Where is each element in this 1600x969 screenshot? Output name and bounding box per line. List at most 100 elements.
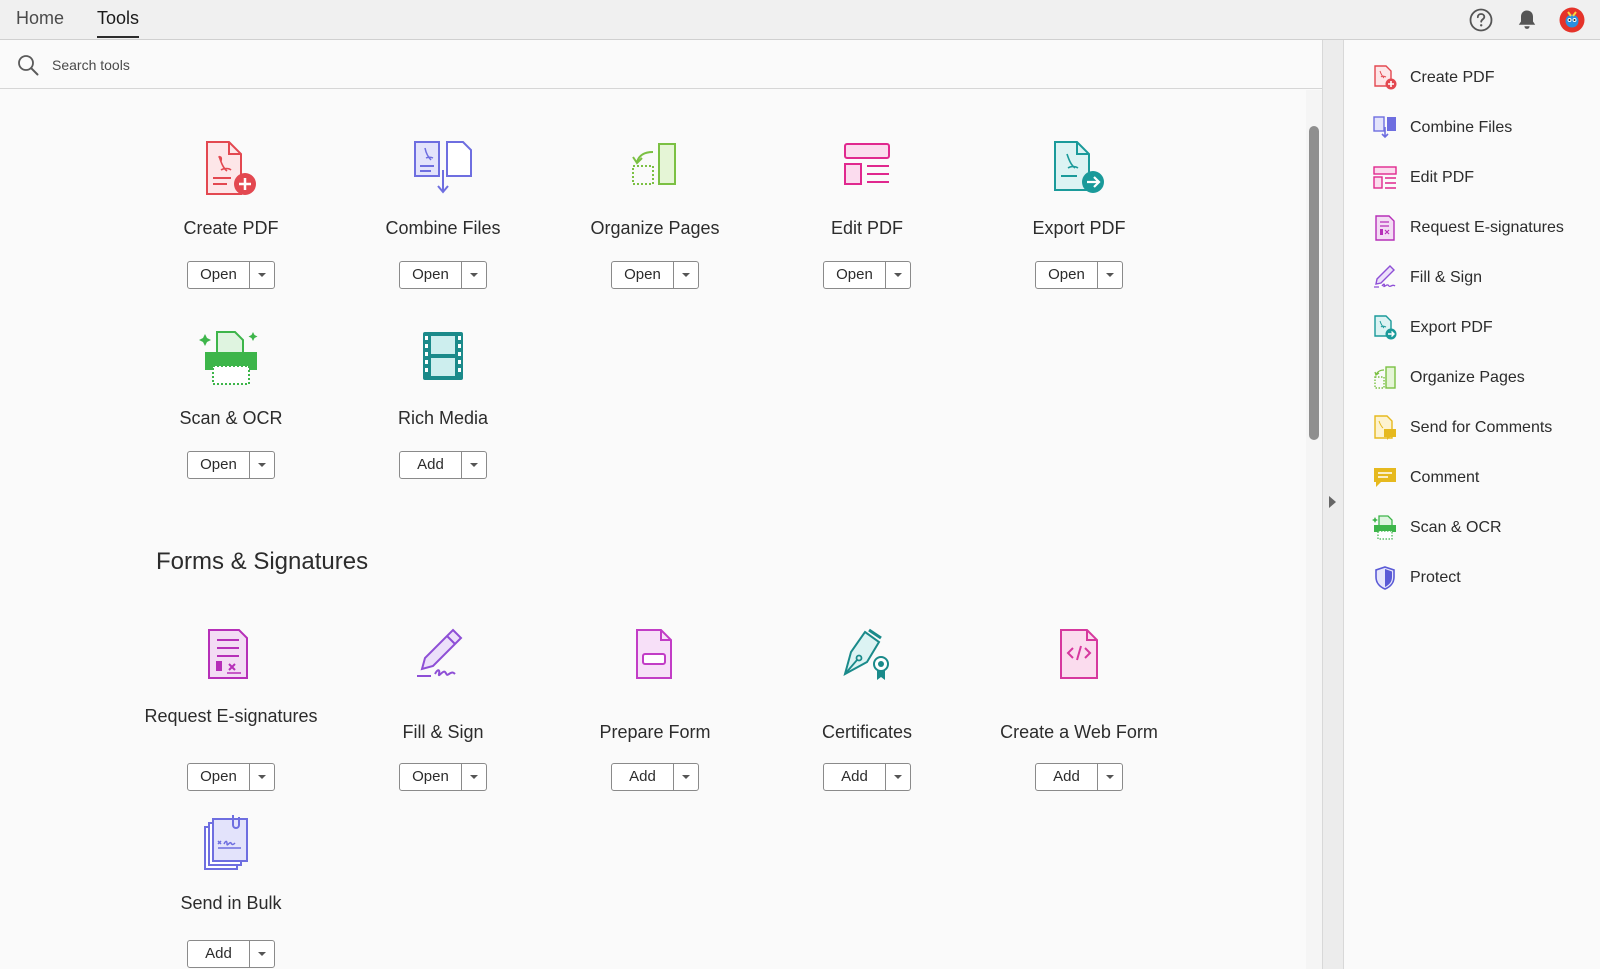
- edit-pdf-icon: [1373, 166, 1397, 189]
- tool-fill-sign[interactable]: Fill & Sign Open: [338, 628, 548, 791]
- tool-send-in-bulk[interactable]: Send in Bulk Add: [126, 815, 336, 968]
- rp-item-label: Create PDF: [1410, 69, 1495, 86]
- chevron-down-icon[interactable]: [250, 764, 274, 790]
- add-button[interactable]: Add: [823, 763, 911, 791]
- organize-pages-icon: [632, 143, 676, 185]
- open-button[interactable]: Open: [187, 763, 275, 791]
- tool-combine-files[interactable]: Combine Files Open: [338, 140, 548, 289]
- export-pdf-icon: [1374, 315, 1397, 340]
- rp-item-label: Comment: [1410, 469, 1480, 486]
- chevron-down-icon[interactable]: [462, 262, 486, 288]
- button-label[interactable]: Add: [188, 941, 250, 967]
- fill-sign-icon: [417, 628, 463, 677]
- rp-item-edit-pdf[interactable]: Edit PDF: [1372, 162, 1592, 194]
- button-label[interactable]: Add: [400, 452, 462, 478]
- tool-organize-pages[interactable]: Organize Pages Open: [550, 140, 760, 289]
- tool-scan-ocr[interactable]: Scan & OCR Open: [126, 330, 336, 479]
- scan-ocr-icon: [199, 331, 258, 385]
- tool-label: Prepare Form: [599, 722, 711, 742]
- organize-pages-icon: [1374, 366, 1396, 389]
- open-button[interactable]: Open: [399, 261, 487, 289]
- tab-home[interactable]: Home: [16, 8, 64, 29]
- button-label[interactable]: Open: [188, 764, 250, 790]
- rp-item-label: Fill & Sign: [1410, 269, 1483, 286]
- search-input[interactable]: [52, 52, 652, 78]
- avatar[interactable]: [1559, 7, 1585, 33]
- rp-item-scan-ocr[interactable]: Scan & OCR: [1372, 512, 1592, 544]
- expand-arrow-icon[interactable]: [1329, 496, 1336, 508]
- help-icon[interactable]: [1468, 7, 1494, 33]
- open-button[interactable]: Open: [399, 763, 487, 791]
- tool-label: Export PDF: [1032, 218, 1126, 238]
- rp-item-label: Export PDF: [1410, 319, 1493, 336]
- tool-prepare-form[interactable]: Prepare Form Add: [550, 628, 760, 791]
- open-button[interactable]: Open: [187, 451, 275, 479]
- chevron-down-icon[interactable]: [250, 941, 274, 967]
- chevron-down-icon[interactable]: [674, 262, 698, 288]
- combine-files-icon: [414, 141, 472, 194]
- button-label[interactable]: Open: [188, 452, 250, 478]
- right-pane-collapse-strip[interactable]: [1322, 40, 1344, 969]
- scrollbar-thumb[interactable]: [1309, 126, 1319, 440]
- rp-item-comment[interactable]: Comment: [1372, 462, 1592, 494]
- rp-item-combine-files[interactable]: Combine Files: [1372, 112, 1592, 144]
- edit-pdf-icon: [844, 143, 890, 185]
- rp-item-create-pdf[interactable]: Create PDF: [1372, 62, 1592, 94]
- button-label[interactable]: Open: [824, 262, 886, 288]
- rp-item-label: Edit PDF: [1410, 169, 1475, 186]
- rp-item-label: Send for Comments: [1410, 419, 1553, 436]
- rp-item-fill-sign[interactable]: Fill & Sign: [1372, 262, 1592, 294]
- rp-item-protect[interactable]: Protect: [1372, 562, 1592, 594]
- open-button[interactable]: Open: [1035, 261, 1123, 289]
- tool-create-web-form[interactable]: Create a Web Form Add: [974, 628, 1184, 791]
- rp-item-send-for-comments[interactable]: Send for Comments: [1372, 412, 1592, 444]
- shield-icon: [1375, 566, 1395, 590]
- chevron-down-icon[interactable]: [462, 764, 486, 790]
- button-label[interactable]: Open: [612, 262, 674, 288]
- tool-request-esignatures[interactable]: Request E-signatures Open: [126, 628, 336, 791]
- rp-item-organize-pages[interactable]: Organize Pages: [1372, 362, 1592, 394]
- rp-item-label: Organize Pages: [1410, 369, 1525, 386]
- button-label[interactable]: Add: [612, 764, 674, 790]
- tool-rich-media[interactable]: Rich Media Add: [338, 330, 548, 479]
- chevron-down-icon[interactable]: [250, 452, 274, 478]
- bell-icon[interactable]: [1514, 7, 1540, 33]
- comment-icon: [1374, 468, 1396, 487]
- button-label[interactable]: Open: [188, 262, 250, 288]
- tool-label: Edit PDF: [830, 218, 904, 238]
- tool-export-pdf[interactable]: Export PDF Open: [974, 140, 1184, 289]
- chevron-down-icon[interactable]: [462, 452, 486, 478]
- rp-item-export-pdf[interactable]: Export PDF: [1372, 312, 1592, 344]
- open-button[interactable]: Open: [823, 261, 911, 289]
- open-button[interactable]: Open: [611, 261, 699, 289]
- chevron-down-icon[interactable]: [1098, 764, 1122, 790]
- request-esignatures-icon: [1375, 215, 1395, 241]
- chevron-down-icon[interactable]: [1098, 262, 1122, 288]
- button-label[interactable]: Open: [1036, 262, 1098, 288]
- add-button[interactable]: Add: [399, 451, 487, 479]
- chevron-down-icon[interactable]: [250, 262, 274, 288]
- right-pane: Create PDF Combine Files Edit PDF Reques…: [1344, 40, 1600, 969]
- add-button[interactable]: Add: [611, 763, 699, 791]
- chevron-down-icon[interactable]: [886, 262, 910, 288]
- add-button[interactable]: Add: [1035, 763, 1123, 791]
- open-button[interactable]: Open: [187, 261, 275, 289]
- scrollbar[interactable]: [1306, 90, 1322, 969]
- chevron-down-icon[interactable]: [886, 764, 910, 790]
- tool-create-pdf[interactable]: Create PDF Open: [126, 140, 336, 289]
- button-label[interactable]: Open: [400, 262, 462, 288]
- button-label[interactable]: Add: [1036, 764, 1098, 790]
- add-button[interactable]: Add: [187, 940, 275, 968]
- tool-certificates[interactable]: Certificates Add: [762, 628, 972, 791]
- prepare-form-icon: [636, 629, 672, 679]
- chevron-down-icon[interactable]: [674, 764, 698, 790]
- combine-files-icon: [1373, 116, 1396, 139]
- tools-grid: Create PDF Open Combine Files Open Organ…: [0, 90, 1306, 969]
- rp-item-request-esignatures[interactable]: Request E-signatures: [1372, 212, 1592, 244]
- rp-item-label: Protect: [1410, 569, 1461, 586]
- tab-tools[interactable]: Tools: [97, 8, 140, 38]
- request-esignatures-icon: [208, 629, 248, 679]
- button-label[interactable]: Open: [400, 764, 462, 790]
- button-label[interactable]: Add: [824, 764, 886, 790]
- tool-edit-pdf[interactable]: Edit PDF Open: [762, 140, 972, 289]
